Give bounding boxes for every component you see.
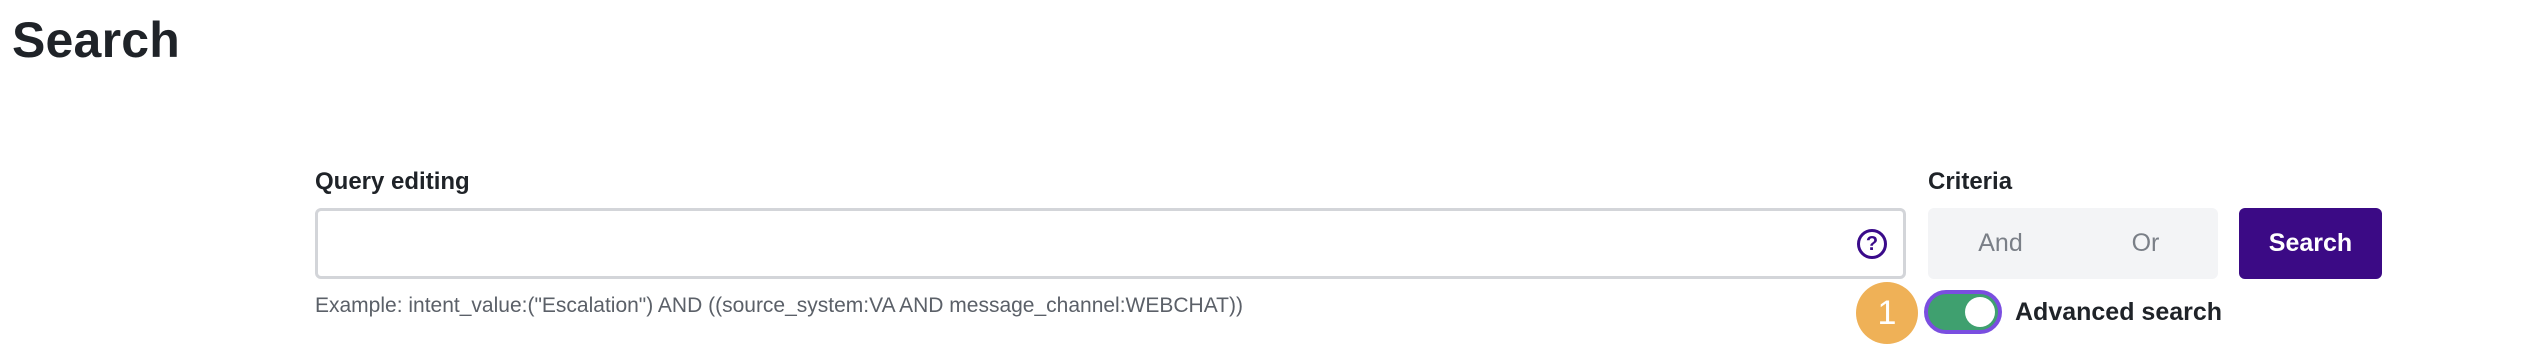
criteria-label: Criteria: [1928, 168, 2013, 195]
query-input[interactable]: [332, 211, 1843, 278]
advanced-search-toggle[interactable]: [1924, 290, 2002, 334]
query-editing-field[interactable]: ?: [315, 208, 1906, 279]
toggle-knob: [1965, 297, 1995, 327]
query-editing-label: Query editing: [315, 168, 470, 195]
criteria-toggle-group: And Or: [1928, 208, 2218, 279]
advanced-search-label[interactable]: Advanced search: [2015, 296, 2222, 328]
search-button[interactable]: Search: [2239, 208, 2382, 279]
page-title: Search: [12, 12, 180, 68]
question-circle-icon[interactable]: ?: [1857, 229, 1887, 259]
criteria-option-and[interactable]: And: [1928, 208, 2073, 279]
query-example-text: Example: intent_value:("Escalation") AND…: [315, 294, 1243, 317]
step-number-badge: 1: [1856, 282, 1918, 344]
criteria-option-or[interactable]: Or: [2073, 208, 2218, 279]
